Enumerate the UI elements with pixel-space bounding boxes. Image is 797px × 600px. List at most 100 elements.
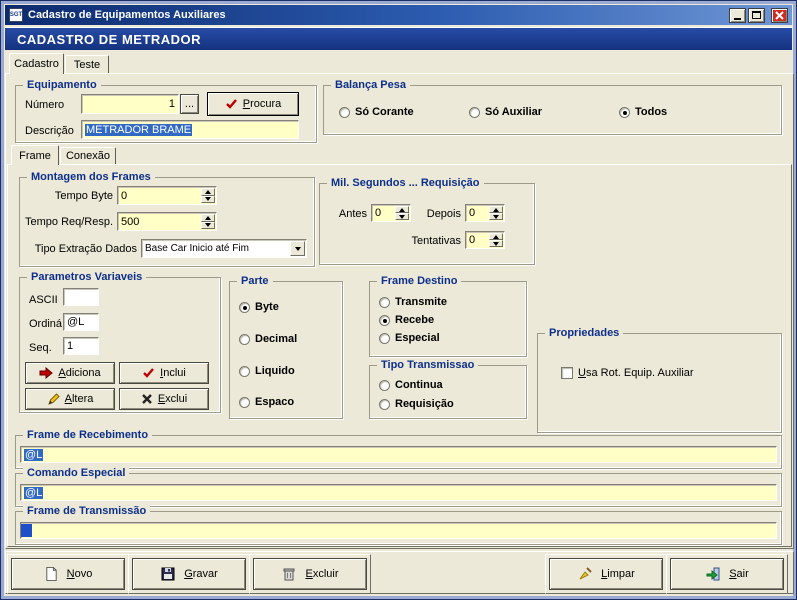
radio-recebe[interactable]: Recebe	[379, 313, 434, 327]
tipo-extracao-value: Base Car Inicio até Fim	[145, 243, 249, 254]
app-window: SGT Cadastro de Equipamentos Auxiliares …	[0, 0, 797, 600]
radio-todos[interactable]: Todos	[619, 105, 667, 119]
comando-especial-input[interactable]: @L	[20, 484, 777, 501]
spinner	[201, 188, 215, 203]
radio-icon	[239, 366, 250, 377]
radio-so-corante[interactable]: Só Corante	[339, 105, 414, 119]
radio-continua[interactable]: Continua	[379, 378, 443, 392]
descricao-value: METRADOR BRAME	[85, 124, 192, 136]
radio-icon	[239, 397, 250, 408]
frame-recebimento-input[interactable]: @L	[20, 446, 777, 463]
tempo-byte-value: 0	[121, 190, 127, 202]
checkbox-label: Usa Rot. Equip. Auxiliar	[578, 367, 694, 379]
tipo-extracao-combo[interactable]: Base Car Inicio até Fim	[141, 239, 307, 258]
radio-so-auxiliar[interactable]: Só Auxiliar	[469, 105, 542, 119]
spin-down-button[interactable]	[201, 222, 215, 230]
broom-icon	[577, 566, 593, 582]
depois-input[interactable]: 0	[465, 204, 505, 222]
spin-down-button[interactable]	[201, 196, 215, 204]
exclui-button[interactable]: Exclui	[119, 388, 209, 410]
combo-dropdown-button[interactable]	[290, 241, 305, 256]
tab-teste[interactable]: Teste	[65, 55, 109, 73]
radio-label: Byte	[255, 301, 279, 313]
descricao-label: Descrição	[25, 125, 74, 137]
radio-label: Todos	[635, 106, 667, 118]
depois-label: Depois	[415, 208, 461, 220]
inclui-button[interactable]: Inclui	[119, 362, 209, 384]
gravar-label: Gravar	[184, 568, 218, 580]
tempo-req-input[interactable]: 500	[117, 212, 217, 231]
adiciona-button[interactable]: Adiciona	[25, 362, 115, 384]
ascii-input[interactable]	[63, 288, 99, 306]
spin-down-button[interactable]	[395, 213, 409, 220]
maximize-button[interactable]	[748, 8, 765, 23]
seq-input[interactable]: 1	[63, 337, 99, 355]
arrow-down-icon	[493, 215, 499, 219]
tab-frame[interactable]: Frame	[11, 145, 59, 165]
gravar-button[interactable]: Gravar	[132, 558, 246, 590]
radio-transmite[interactable]: Transmite	[379, 295, 447, 309]
novo-button-cell: Novo	[7, 554, 129, 594]
spin-up-button[interactable]	[395, 206, 409, 213]
arrow-down-icon	[295, 247, 301, 251]
title-bar[interactable]: SGT Cadastro de Equipamentos Auxiliares	[5, 5, 792, 25]
novo-button[interactable]: Novo	[11, 558, 125, 590]
tentativas-input[interactable]: 0	[465, 231, 505, 249]
floppy-disk-icon	[160, 566, 176, 582]
spin-up-button[interactable]	[489, 233, 503, 240]
excluir-button-cell: Excluir	[249, 554, 371, 594]
tipo-extracao-label: Tipo Extração Dados	[25, 243, 137, 255]
descricao-input[interactable]: METRADOR BRAME	[81, 120, 299, 139]
radio-requisicao[interactable]: Requisição	[379, 397, 454, 411]
spin-up-button[interactable]	[201, 214, 215, 222]
radio-byte[interactable]: Byte	[239, 300, 279, 314]
tempo-req-label: Tempo Req/Resp.	[25, 216, 113, 228]
usa-rot-checkbox[interactable]: Usa Rot. Equip. Auxiliar	[561, 366, 694, 380]
tab-cadastro[interactable]: Cadastro	[9, 53, 64, 74]
browse-button[interactable]: ...	[180, 94, 199, 114]
minimize-button[interactable]	[729, 8, 746, 23]
antes-label: Antes	[331, 208, 367, 220]
spin-up-button[interactable]	[201, 188, 215, 196]
radio-decimal[interactable]: Decimal	[239, 332, 297, 346]
group-legend: Frame Destino	[377, 275, 461, 287]
radio-icon	[379, 333, 390, 344]
spin-up-button[interactable]	[489, 206, 503, 213]
trash-icon	[281, 566, 297, 582]
group-legend: Tipo Transmissao	[377, 359, 478, 371]
radio-espaco[interactable]: Espaco	[239, 395, 294, 409]
limpar-label: Limpar	[601, 568, 635, 580]
spin-down-button[interactable]	[489, 240, 503, 247]
limpar-button[interactable]: Limpar	[549, 558, 663, 590]
radio-especial[interactable]: Especial	[379, 331, 440, 345]
tab-label: Teste	[74, 59, 100, 71]
radio-icon	[379, 399, 390, 410]
mil-segundos-group: Mil. Segundos ... Requisição	[319, 183, 535, 265]
ordina-input[interactable]: @L	[63, 313, 99, 331]
radio-liquido[interactable]: Liquido	[239, 364, 295, 378]
page-title: CADASTRO DE METRADOR	[17, 32, 201, 47]
tentativas-value: 0	[469, 234, 475, 246]
numero-value: 1	[169, 98, 175, 110]
spin-down-button[interactable]	[489, 213, 503, 220]
group-legend: Comando Especial	[23, 467, 129, 479]
radio-label: Requisição	[395, 398, 454, 410]
sair-button[interactable]: Sair	[670, 558, 784, 590]
tab-conexao[interactable]: Conexão	[60, 147, 116, 164]
antes-input[interactable]: 0	[371, 204, 411, 222]
antes-value: 0	[375, 207, 381, 219]
tempo-byte-input[interactable]: 0	[117, 186, 217, 205]
numero-input[interactable]: 1	[81, 94, 179, 114]
minimize-icon	[734, 18, 741, 20]
group-legend: Frame de Transmissão	[23, 505, 150, 517]
frame-transmissao-input[interactable]	[20, 522, 777, 539]
radio-icon	[619, 107, 630, 118]
procura-button[interactable]: Procura	[207, 92, 299, 116]
excluir-button[interactable]: Excluir	[253, 558, 367, 590]
tempo-req-value: 500	[121, 216, 139, 228]
altera-button[interactable]: Altera	[25, 388, 115, 410]
close-button[interactable]	[771, 8, 788, 23]
radio-icon	[379, 315, 390, 326]
radio-label: Espaco	[255, 396, 294, 408]
excluir-label: Excluir	[305, 568, 338, 580]
